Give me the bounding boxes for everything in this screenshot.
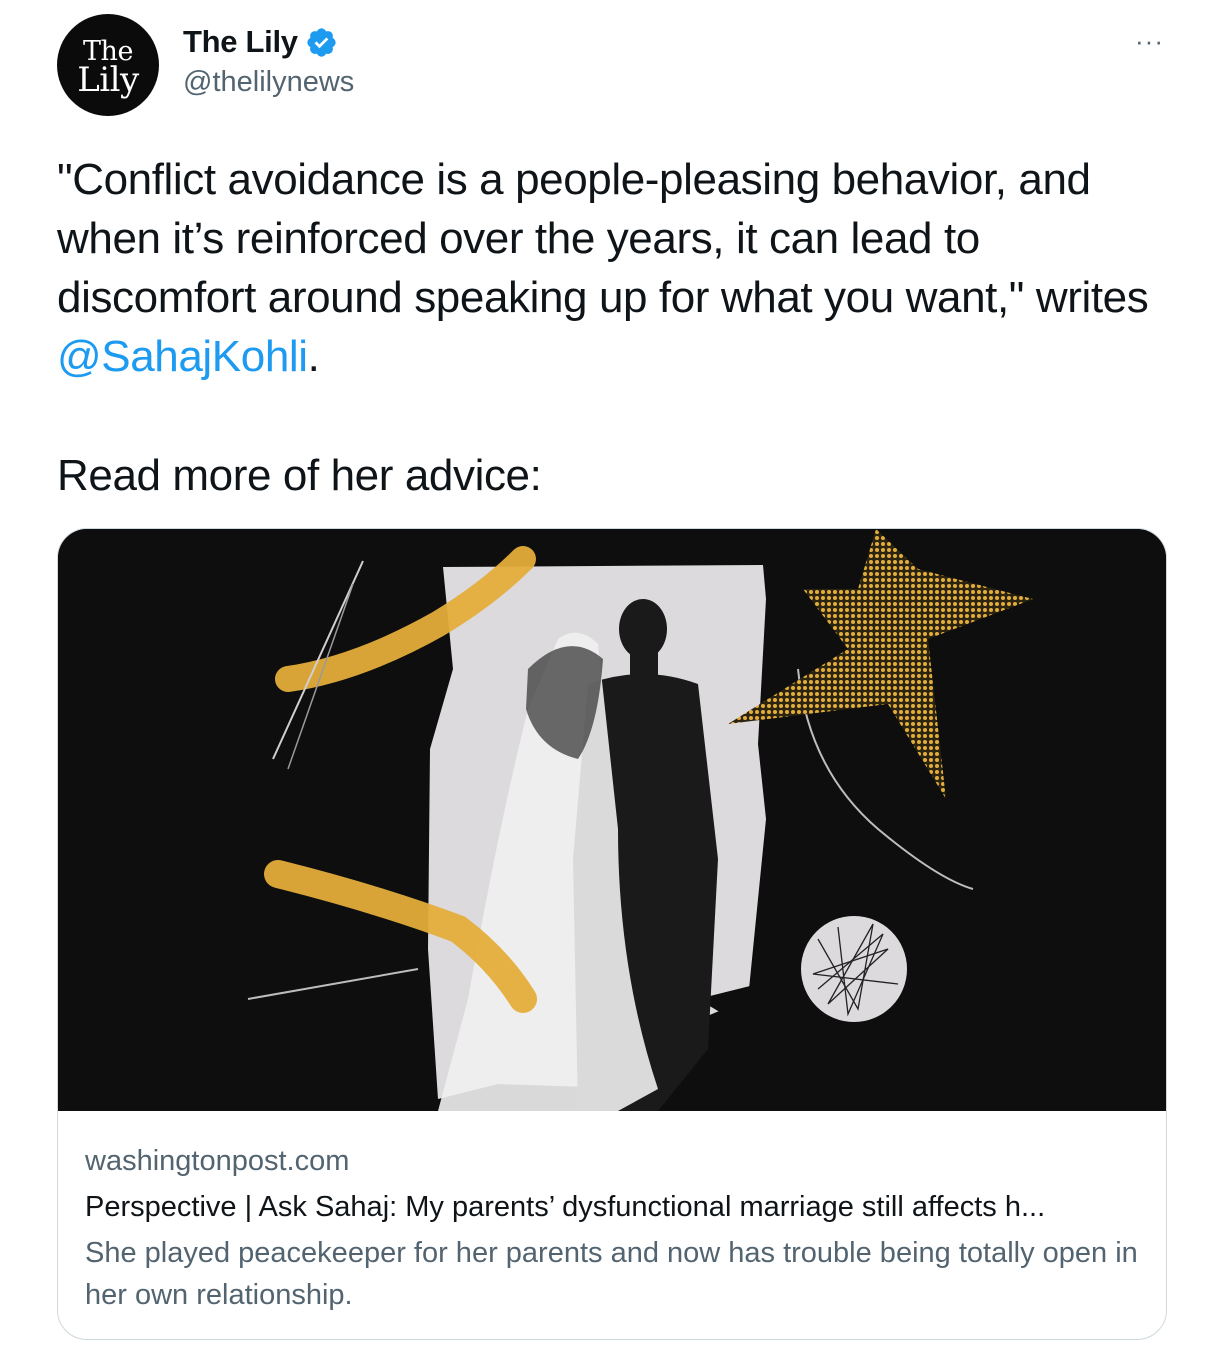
card-title[interactable]: Perspective | Ask Sahaj: My parents’ dys… bbox=[85, 1186, 1139, 1228]
tweet-text-body: "Conflict avoidance is a people-pleasing… bbox=[57, 155, 1149, 322]
tweet-cta-text: Read more of her advice: bbox=[57, 451, 542, 500]
tweet-text: "Conflict avoidance is a people-pleasing… bbox=[57, 150, 1177, 386]
link-card[interactable]: washingtonpost.com Perspective | Ask Sah… bbox=[57, 528, 1167, 1340]
card-description: She played peacekeeper for her parents a… bbox=[85, 1237, 1138, 1311]
display-name-text: The Lily bbox=[183, 24, 298, 59]
card-image[interactable] bbox=[58, 529, 1166, 1111]
tweet-text-end: . bbox=[307, 332, 320, 381]
avatar-logo-line2: Lily bbox=[77, 59, 139, 100]
mention-link[interactable]: @SahajKohli bbox=[57, 332, 308, 381]
handle[interactable]: @thelilynews bbox=[183, 66, 354, 99]
card-domain: washingtonpost.com bbox=[85, 1145, 350, 1177]
collage-illustration bbox=[58, 529, 1166, 1111]
display-name[interactable]: The Lily bbox=[183, 24, 338, 60]
avatar[interactable]: The Lily bbox=[57, 14, 159, 116]
more-options-icon[interactable]: ··· bbox=[1135, 28, 1164, 54]
verified-badge-icon bbox=[307, 27, 336, 57]
card-meta: washingtonpost.com Perspective | Ask Sah… bbox=[85, 1141, 1139, 1316]
